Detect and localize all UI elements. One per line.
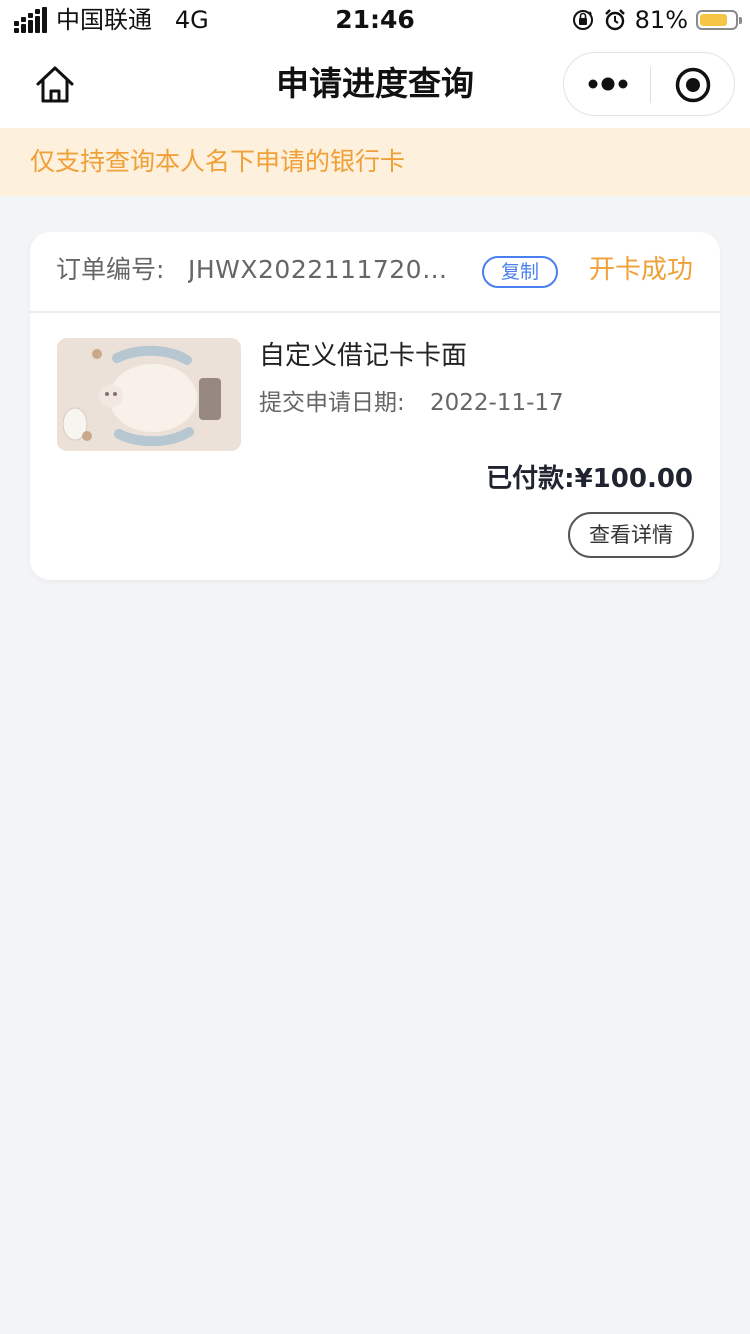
battery-percent: 81%: [634, 6, 688, 34]
card-face-thumbnail: [57, 338, 241, 451]
submit-date: 2022-11-17: [430, 390, 564, 416]
order-number-label: 订单编号:: [56, 255, 165, 284]
battery-icon: [696, 10, 742, 30]
submit-date-label: 提交申请日期:: [259, 390, 405, 416]
order-status: 开卡成功: [588, 255, 693, 285]
paid-label: 已付款:: [486, 464, 575, 494]
mini-program-capsule: [563, 52, 735, 116]
status-right-group: 81%: [571, 6, 742, 34]
product-name: 自定义借记卡卡面: [259, 341, 468, 371]
paid-row: 已付款:¥100.00: [486, 460, 693, 498]
navigation-bar: 申请进度查询: [0, 40, 750, 128]
alarm-icon: [604, 9, 625, 31]
capsule-divider: [650, 67, 651, 103]
view-details-button[interactable]: 查看详情: [568, 512, 694, 558]
more-dots-icon[interactable]: [586, 69, 630, 99]
paid-amount: ¥100.00: [574, 464, 693, 494]
order-card-header: 订单编号: JHWX20221117200... 复制 开卡成功: [30, 232, 720, 313]
status-bar: 中国联通 4G 21:46 81%: [0, 0, 750, 40]
battery-level-fill: [700, 14, 727, 26]
rotation-lock-icon: [572, 10, 593, 30]
order-number: JHWX20221117200...: [188, 255, 450, 284]
copy-button[interactable]: 复制: [482, 256, 558, 288]
card-face-image: [57, 338, 241, 451]
target-close-icon[interactable]: [674, 66, 712, 104]
notice-banner: 仅支持查询本人名下申请的银行卡: [0, 128, 750, 196]
order-card[interactable]: 订单编号: JHWX20221117200... 复制 开卡成功 自定义借记卡卡…: [30, 232, 720, 580]
